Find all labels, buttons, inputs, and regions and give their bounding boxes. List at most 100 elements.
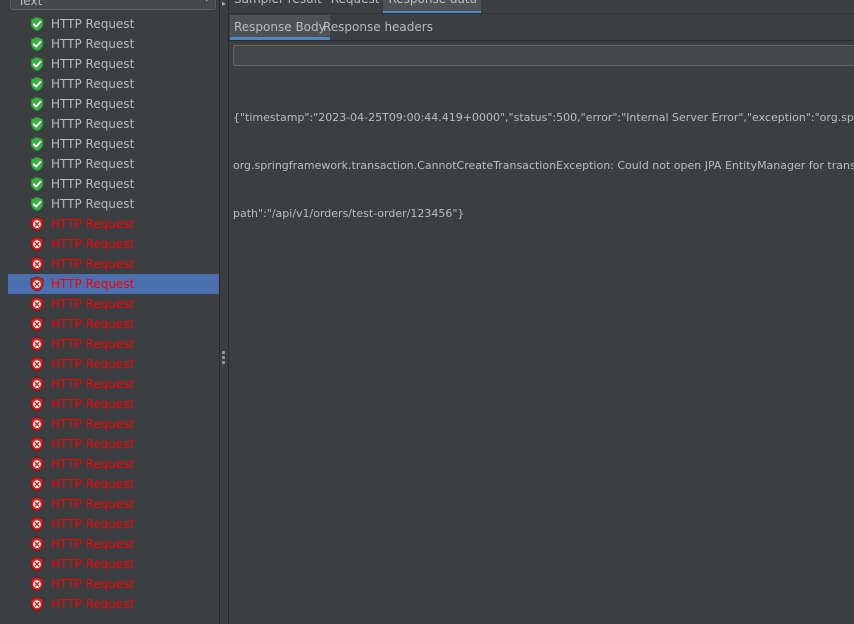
result-row[interactable]: HTTP Request <box>8 494 219 514</box>
result-row[interactable]: HTTP Request <box>8 574 219 594</box>
shield-check-icon <box>29 196 45 212</box>
shield-check-icon <box>29 56 45 72</box>
shield-error-icon <box>29 216 45 232</box>
shield-error-icon <box>29 476 45 492</box>
result-row-label: HTTP Request <box>51 37 135 51</box>
result-row[interactable]: HTTP Request <box>8 194 219 214</box>
result-row-label: HTTP Request <box>51 537 135 551</box>
result-row-label: HTTP Request <box>51 257 135 271</box>
result-row[interactable]: HTTP Request <box>8 294 219 314</box>
shield-error-icon <box>29 296 45 312</box>
results-tree-panel: Text ▾ HTTP Request HTTP Request HTTP Requ… <box>0 0 219 624</box>
result-row[interactable]: HTTP Request <box>8 174 219 194</box>
result-row[interactable]: HTTP Request <box>8 514 219 534</box>
result-row[interactable]: HTTP Request <box>8 414 219 434</box>
shield-error-icon <box>29 316 45 332</box>
result-row[interactable]: HTTP Request <box>8 394 219 414</box>
shield-error-icon <box>29 256 45 272</box>
result-row[interactable]: HTTP Request <box>8 354 219 374</box>
result-row-label: HTTP Request <box>51 57 135 71</box>
result-row-label: HTTP Request <box>51 377 135 391</box>
chevron-down-icon: ▾ <box>204 0 209 5</box>
results-tree: HTTP Request HTTP Request HTTP Request HTTP… <box>8 14 219 614</box>
shield-error-icon <box>29 396 45 412</box>
result-row-label: HTTP Request <box>51 177 135 191</box>
result-row-label: HTTP Request <box>51 397 135 411</box>
panel-splitter[interactable]: ▸ <box>219 0 229 624</box>
result-row[interactable]: HTTP Request <box>8 14 219 34</box>
shield-error-icon <box>29 596 45 612</box>
result-row-label: HTTP Request <box>51 337 135 351</box>
tab-response-body[interactable]: Response Body <box>230 15 330 40</box>
result-row[interactable]: HTTP Request <box>8 334 219 354</box>
result-row[interactable]: HTTP Request <box>8 534 219 554</box>
result-row[interactable]: HTTP Request <box>8 454 219 474</box>
result-row[interactable]: HTTP Request <box>8 114 219 134</box>
result-row[interactable]: HTTP Request <box>8 154 219 174</box>
tab-sampler-result[interactable]: Sampler result <box>229 0 326 11</box>
shield-error-icon <box>29 376 45 392</box>
shield-check-icon <box>29 96 45 112</box>
result-row-label: HTTP Request <box>51 557 135 571</box>
result-row[interactable]: HTTP Request <box>8 594 219 614</box>
result-row-label: HTTP Request <box>51 197 135 211</box>
search-input[interactable] <box>233 45 854 66</box>
result-row[interactable]: HTTP Request <box>8 374 219 394</box>
result-row-label: HTTP Request <box>51 277 135 291</box>
result-row-label: HTTP Request <box>51 577 135 591</box>
shield-error-icon <box>29 536 45 552</box>
result-row-label: HTTP Request <box>51 317 135 331</box>
result-row-label: HTTP Request <box>51 157 135 171</box>
shield-error-icon <box>29 516 45 532</box>
result-row[interactable]: HTTP Request <box>8 554 219 574</box>
shield-error-icon <box>29 416 45 432</box>
result-row[interactable]: HTTP Request <box>8 434 219 454</box>
result-tabs: Sampler resultRequestResponse data <box>229 0 481 14</box>
renderer-dropdown-value: Text <box>18 0 43 8</box>
result-row-label: HTTP Request <box>51 417 135 431</box>
tab-response-data[interactable]: Response data <box>383 0 481 14</box>
shield-error-icon <box>29 236 45 252</box>
shield-check-icon <box>29 36 45 52</box>
shield-error-icon <box>29 456 45 472</box>
result-row[interactable]: HTTP Request <box>8 274 219 294</box>
result-row-label: HTTP Request <box>51 597 135 611</box>
splitter-grip-icon[interactable] <box>222 350 226 366</box>
result-row[interactable]: HTTP Request <box>8 314 219 334</box>
response-line: {"timestamp":"2023-04-25T09:00:44.419+00… <box>233 111 854 124</box>
tab-request[interactable]: Request <box>326 0 384 11</box>
result-row-label: HTTP Request <box>51 437 135 451</box>
result-row-label: HTTP Request <box>51 77 135 91</box>
response-line: path":"/api/v1/orders/test-order/123456"… <box>233 207 465 220</box>
collapse-arrow-icon[interactable]: ▸ <box>222 0 226 8</box>
result-row-label: HTTP Request <box>51 457 135 471</box>
result-row-label: HTTP Request <box>51 137 135 151</box>
result-detail-panel: Sampler resultRequestResponse data Respo… <box>229 0 854 624</box>
response-body-text[interactable]: {"timestamp":"2023-04-25T09:00:44.419+00… <box>233 78 854 624</box>
shield-check-icon <box>29 76 45 92</box>
result-row[interactable]: HTTP Request <box>8 474 219 494</box>
shield-check-icon <box>29 116 45 132</box>
result-row[interactable]: HTTP Request <box>8 134 219 154</box>
result-row[interactable]: HTTP Request <box>8 254 219 274</box>
shield-error-icon <box>29 336 45 352</box>
result-row-label: HTTP Request <box>51 217 135 231</box>
shield-error-icon <box>29 556 45 572</box>
response-subtabs: Response Body Response headers <box>229 13 854 41</box>
response-line: org.springframework.transaction.CannotCr… <box>233 159 854 172</box>
result-row[interactable]: HTTP Request <box>8 34 219 54</box>
result-row[interactable]: HTTP Request <box>8 54 219 74</box>
shield-check-icon <box>29 136 45 152</box>
result-row[interactable]: HTTP Request <box>8 234 219 254</box>
shield-check-icon <box>29 16 45 32</box>
result-row-label: HTTP Request <box>51 297 135 311</box>
renderer-dropdown[interactable]: Text ▾ <box>10 0 216 10</box>
result-row-label: HTTP Request <box>51 477 135 491</box>
result-row-label: HTTP Request <box>51 357 135 371</box>
result-row[interactable]: HTTP Request <box>8 214 219 234</box>
shield-error-icon <box>29 276 45 292</box>
shield-error-icon <box>29 576 45 592</box>
tab-response-headers[interactable]: Response headers <box>319 15 437 40</box>
result-row[interactable]: HTTP Request <box>8 94 219 114</box>
result-row[interactable]: HTTP Request <box>8 74 219 94</box>
